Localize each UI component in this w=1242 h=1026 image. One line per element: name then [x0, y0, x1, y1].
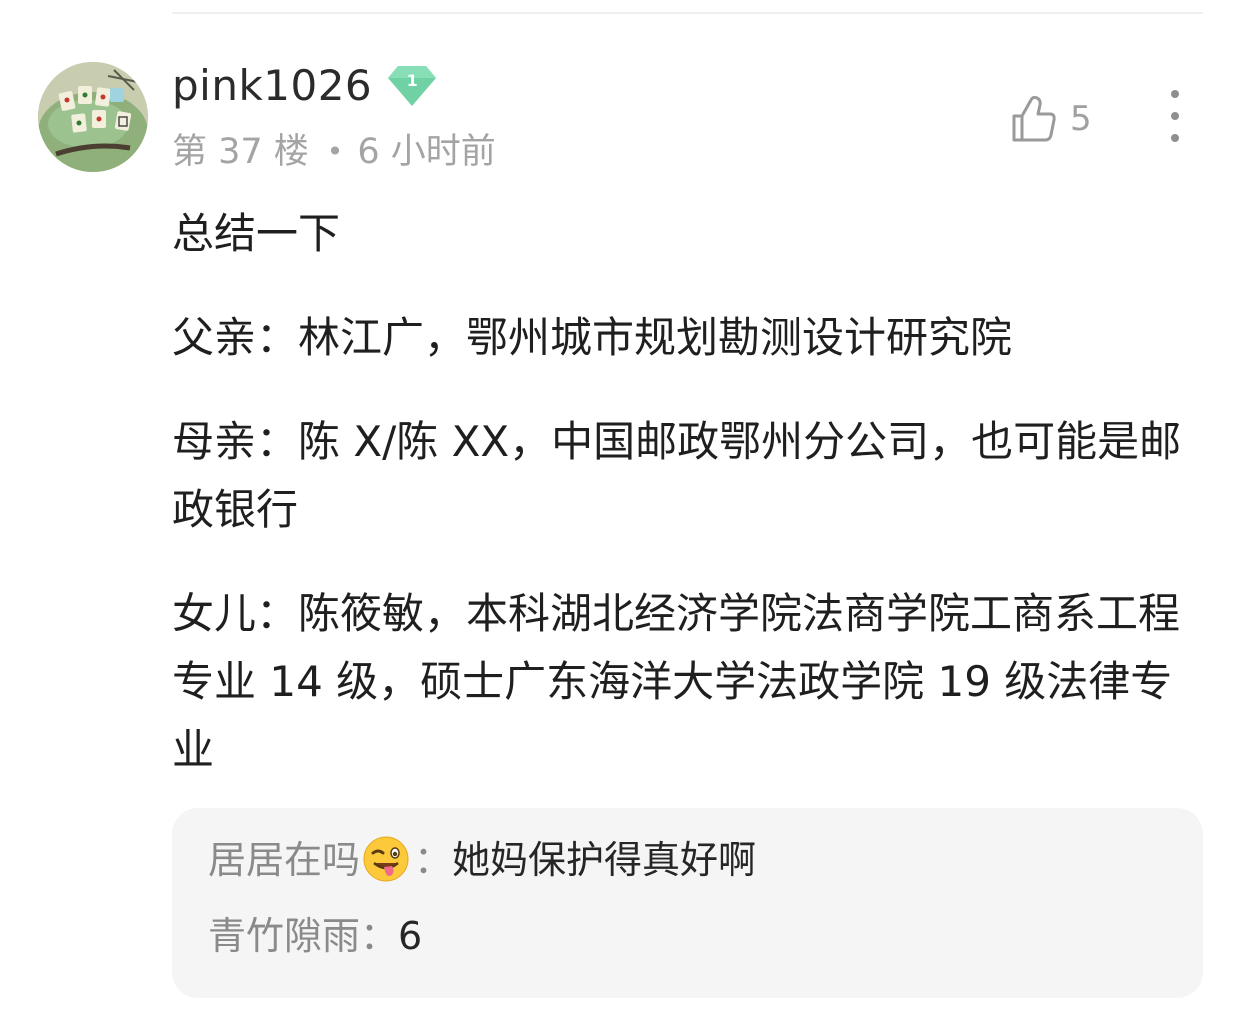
avatar-image — [38, 62, 148, 172]
post-time: 6 小时前 — [357, 131, 496, 172]
winking-face-with-tongue-icon — [362, 835, 410, 883]
reply-text: 6 — [398, 914, 423, 958]
replies-box[interactable]: 居居在吗 ：她妈保护得真好啊 青竹隙雨：6 — [172, 808, 1203, 998]
reply-item[interactable]: 青竹隙雨：6 — [208, 910, 1167, 962]
more-dot — [1171, 90, 1179, 98]
reply-colon: ： — [414, 838, 453, 882]
post-paragraph: 总结一下 — [172, 209, 341, 258]
reply-item[interactable]: 居居在吗 ：她妈保护得真好啊 — [208, 834, 1167, 886]
post-paragraph: 母亲：陈 X/陈 XX，中国邮政鄂州分公司，也可能是邮政银行 — [172, 417, 1182, 534]
post-paragraph: 女儿：陈筱敏，本科湖北经济学院法商学院工商系工程专业 14 级，硕士广东海洋大学… — [172, 589, 1181, 774]
thumbs-up-icon — [1012, 95, 1056, 142]
more-dot — [1171, 112, 1179, 120]
username[interactable]: pink1026 — [172, 65, 372, 107]
like-count: 5 — [1070, 99, 1092, 139]
reply-colon: ： — [360, 914, 399, 958]
reply-author[interactable]: 居居在吗 — [208, 838, 360, 882]
post-content: 总结一下 父亲：林江广，鄂州城市规划勘测设计研究院 母亲：陈 X/陈 XX，中国… — [172, 200, 1192, 820]
avatar[interactable] — [38, 62, 148, 172]
reply-text: 她妈保护得真好啊 — [452, 838, 757, 882]
floor-number: 第 37 楼 — [172, 131, 309, 172]
level-number: 1 — [406, 71, 418, 90]
post-paragraph: 父亲：林江广，鄂州城市规划勘测设计研究院 — [172, 313, 1013, 362]
meta-separator: • — [326, 135, 344, 168]
level-badge: 1 — [386, 64, 438, 108]
post-meta: 第 37 楼 • 6 小时前 — [172, 128, 496, 176]
more-vertical-icon[interactable] — [1160, 90, 1190, 142]
like-button[interactable]: 5 — [1010, 88, 1092, 150]
post-header: pink1026 1 — [172, 58, 438, 114]
top-divider — [172, 12, 1203, 14]
reply-author[interactable]: 青竹隙雨 — [208, 914, 360, 958]
more-dot — [1171, 134, 1179, 142]
